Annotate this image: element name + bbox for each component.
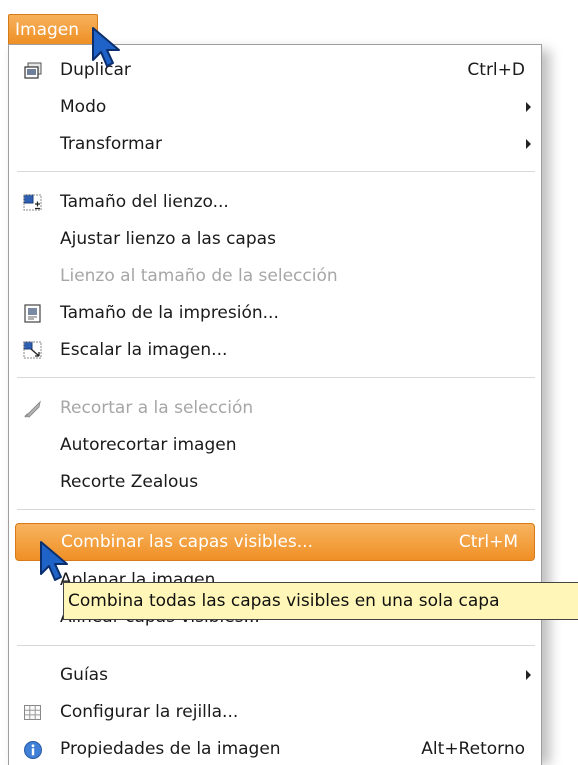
menu-separator: [17, 509, 535, 510]
menu-item-recorte-zealous[interactable]: Recorte Zealous: [9, 464, 541, 502]
menu-separator: [17, 171, 535, 172]
menu-item-combinar-capas[interactable]: Combinar las capas visibles... Ctrl+M: [15, 523, 535, 561]
menu-item-label: Recorte Zealous: [60, 472, 199, 492]
menu-imagen-tab[interactable]: Imagen: [8, 14, 98, 44]
menu-item-modo[interactable]: Modo: [9, 89, 541, 127]
menu-item-label: Recortar a la selección: [60, 398, 254, 418]
menu-separator: [17, 645, 535, 646]
scale-image-icon: [23, 341, 42, 359]
menu-item-duplicar[interactable]: Duplicar Ctrl+D: [9, 52, 541, 90]
tooltip: Combina todas las capas visibles en una …: [63, 582, 578, 620]
crop-icon: [24, 400, 41, 418]
mouse-cursor-icon: [40, 541, 68, 581]
menu-item-escalar-imagen[interactable]: Escalar la imagen...: [9, 332, 541, 370]
screenshot-stage: Imagen Duplicar Ctrl+D Modo Transformar: [0, 0, 578, 765]
menu-item-label: Escalar la imagen...: [60, 340, 228, 360]
menu-item-label: Transformar: [60, 134, 162, 154]
menu-item-propiedades-imagen[interactable]: Propiedades de la imagen Alt+Retorno: [9, 731, 541, 765]
info-icon: [24, 741, 42, 759]
menu-item-label: Modo: [60, 97, 107, 117]
menu-imagen-label: Imagen: [15, 20, 80, 40]
menu-item-label: Lienzo al tamaño de la selección: [60, 266, 338, 286]
menu-item-transformar[interactable]: Transformar: [9, 126, 541, 164]
imagen-dropdown-menu: Duplicar Ctrl+D Modo Transformar Tamaño …: [8, 44, 542, 765]
menu-item-label: Guías: [60, 665, 108, 685]
menu-item-label: Configurar la rejilla...: [60, 702, 239, 722]
submenu-arrow-icon: [526, 139, 531, 149]
menu-item-recortar-seleccion[interactable]: Recortar a la selección: [9, 390, 541, 428]
mouse-cursor-icon: [92, 27, 120, 67]
tooltip-text: Combina todas las capas visibles en una …: [68, 591, 500, 611]
menu-item-shortcut: Alt+Retorno: [421, 739, 525, 759]
grid-icon: [24, 705, 41, 720]
menu-item-label: Tamaño del lienzo...: [60, 192, 229, 212]
submenu-arrow-icon: [526, 102, 531, 112]
menu-item-configurar-rejilla[interactable]: Configurar la rejilla...: [9, 694, 541, 732]
menu-item-tamano-impresion[interactable]: Tamaño de la impresión...: [9, 295, 541, 333]
duplicate-icon: [24, 62, 42, 79]
menu-item-ajustar-lienzo[interactable]: Ajustar lienzo a las capas: [9, 221, 541, 259]
menu-item-label: Tamaño de la impresión...: [60, 303, 279, 323]
menu-item-label: Autorecortar imagen: [60, 435, 237, 455]
menu-item-lienzo-seleccion[interactable]: Lienzo al tamaño de la selección: [9, 258, 541, 296]
print-size-icon: [24, 304, 41, 323]
menu-item-guias[interactable]: Guías: [9, 657, 541, 695]
menu-item-shortcut: Ctrl+M: [458, 532, 518, 552]
menu-item-shortcut: Ctrl+D: [467, 60, 525, 80]
menu-item-autorecortar[interactable]: Autorecortar imagen: [9, 427, 541, 465]
menu-item-label: Propiedades de la imagen: [60, 739, 281, 759]
canvas-size-icon: [23, 194, 42, 211]
submenu-arrow-icon: [526, 670, 531, 680]
menu-item-tamano-lienzo[interactable]: Tamaño del lienzo...: [9, 184, 541, 222]
menu-item-label: Combinar las capas visibles...: [61, 532, 313, 552]
menu-item-label: Ajustar lienzo a las capas: [60, 229, 276, 249]
menu-separator: [17, 377, 535, 378]
